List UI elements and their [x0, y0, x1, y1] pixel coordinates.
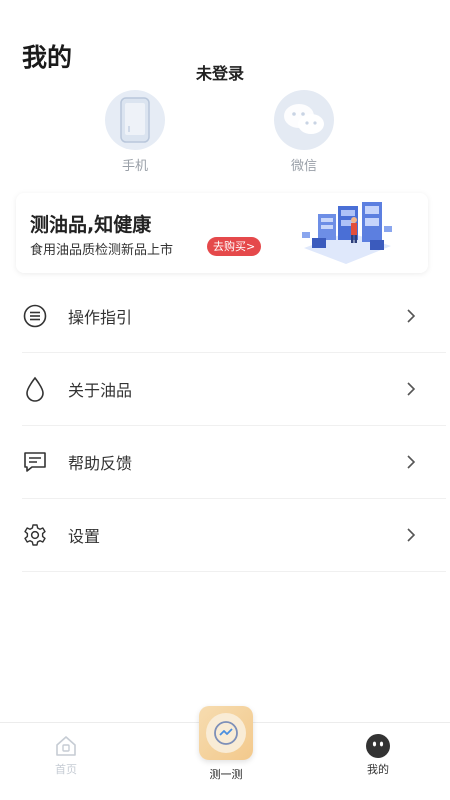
banner-subtitle: 食用油品质检测新品上市	[30, 243, 174, 258]
menu-item-label: 关于油品	[68, 381, 133, 400]
shop-illustration	[296, 196, 396, 268]
list-icon	[22, 303, 48, 329]
menu-item-feedback[interactable]: 帮助反馈	[22, 426, 446, 499]
oil-drop-icon	[22, 376, 48, 402]
chevron-right-icon	[407, 309, 416, 323]
tab-mine[interactable]: 我的	[352, 733, 404, 777]
user-face-icon	[365, 733, 391, 759]
bottom-tab-bar: 首页 测一测 我的	[0, 706, 450, 800]
home-icon	[53, 733, 79, 759]
tab-home[interactable]: 首页	[40, 733, 92, 777]
tab-label: 首页	[55, 763, 77, 776]
gear-icon	[22, 522, 48, 548]
tab-label: 测一测	[209, 768, 243, 781]
tab-test[interactable]: 测一测	[196, 706, 256, 782]
promo-banner[interactable]: 测油品,知健康 食用油品质检测新品上市 去购买>	[16, 193, 428, 273]
chevron-right-icon	[407, 382, 416, 396]
wechat-login-label: 微信	[290, 159, 317, 174]
login-status[interactable]: 未登录	[0, 60, 440, 84]
test-icon	[199, 706, 253, 760]
menu-item-about-oil[interactable]: 关于油品	[22, 353, 446, 426]
menu-item-settings[interactable]: 设置	[22, 499, 446, 572]
menu-item-label: 操作指引	[68, 308, 133, 327]
phone-login-label: 手机	[121, 159, 148, 174]
phone-login-button[interactable]: 手机	[100, 90, 170, 174]
menu-item-label: 帮助反馈	[68, 454, 133, 473]
menu-item-guide[interactable]: 操作指引	[22, 280, 446, 353]
settings-menu: 操作指引 关于油品 帮助反馈 设置	[22, 280, 446, 572]
feedback-icon	[22, 449, 48, 475]
menu-item-label: 设置	[68, 527, 101, 546]
buy-button[interactable]: 去购买>	[207, 237, 262, 256]
phone-icon	[105, 90, 165, 150]
tab-label: 我的	[367, 763, 389, 776]
chevron-right-icon	[407, 455, 416, 469]
wechat-icon	[274, 90, 334, 150]
chevron-right-icon	[407, 528, 416, 542]
banner-title: 测油品,知健康	[30, 214, 152, 236]
wechat-login-button[interactable]: 微信	[269, 90, 339, 174]
